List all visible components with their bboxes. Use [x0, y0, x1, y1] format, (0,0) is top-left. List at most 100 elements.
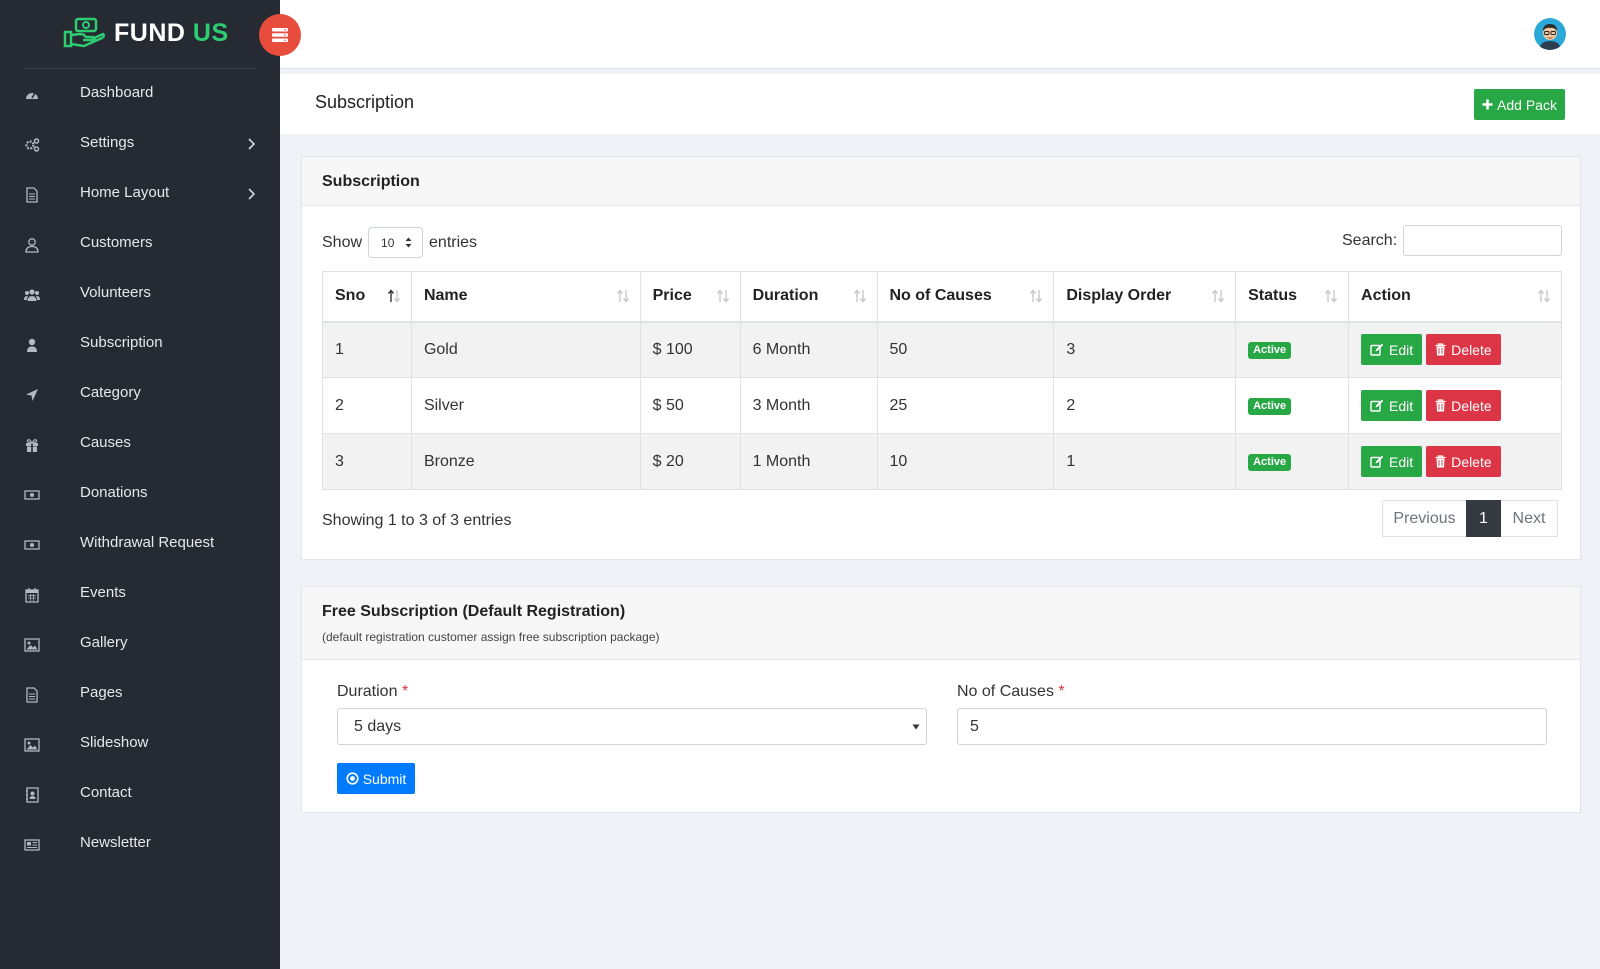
cell-sno: 2 — [322, 377, 412, 434]
sidebar-item-slideshow[interactable]: Slideshow — [0, 719, 280, 769]
trash-icon — [1435, 343, 1446, 356]
table-info: Showing 1 to 3 of 3 entries — [322, 512, 512, 529]
sidebar-item-pages[interactable]: Pages — [0, 669, 280, 719]
sidebar-item-volunteers[interactable]: Volunteers — [0, 269, 280, 319]
sidebar-item-causes[interactable]: Causes — [0, 419, 280, 469]
sidebar-item-newsletter[interactable]: Newsletter — [0, 819, 280, 869]
user-icon — [27, 338, 37, 352]
select-updown-icon — [405, 237, 412, 248]
cell-sno: 1 — [322, 321, 412, 378]
delete-button[interactable]: Delete — [1426, 390, 1501, 421]
chevron-right-icon — [248, 188, 256, 200]
image-icon — [24, 638, 40, 652]
users-icon — [24, 289, 40, 301]
cell-price: $ 100 — [639, 321, 741, 378]
cell-display-order: 3 — [1053, 321, 1237, 378]
sidebar-nav: Dashboard Settings Home Layout Customers… — [0, 69, 280, 869]
column-header-display-order[interactable]: Display Order — [1053, 271, 1237, 323]
cell-status: Active — [1235, 321, 1350, 378]
caret-down-icon — [912, 724, 920, 729]
cell-action: Edit Delete — [1348, 377, 1562, 434]
cell-action: Edit Delete — [1348, 321, 1562, 378]
sidebar-item-dashboard[interactable]: Dashboard — [0, 69, 280, 119]
sidebar-item-contact[interactable]: Contact — [0, 769, 280, 819]
dashboard-icon — [26, 92, 38, 99]
user-outline-icon — [25, 238, 39, 253]
calendar-icon — [25, 588, 39, 603]
duration-select[interactable]: 5 days — [337, 708, 927, 745]
entries-label: entries — [429, 233, 478, 251]
cell-action: Edit Delete — [1348, 433, 1562, 490]
duration-label: Duration * — [337, 683, 409, 700]
page-header: Subscription Add Pack — [280, 74, 1600, 134]
table-row: 3 Bronze $ 20 1 Month 10 1 Active Edit D… — [322, 433, 1562, 490]
add-pack-button[interactable]: Add Pack — [1474, 89, 1565, 120]
page-length-select[interactable]: 10 — [368, 227, 424, 258]
cell-display-order: 2 — [1053, 377, 1237, 434]
no-of-causes-label: No of Causes * — [957, 683, 1065, 700]
cell-status: Active — [1235, 433, 1350, 490]
sidebar-item-customers[interactable]: Customers — [0, 219, 280, 269]
sidebar-item-category[interactable]: Category — [0, 369, 280, 419]
table-row: 1 Gold $ 100 6 Month 50 3 Active Edit De… — [322, 321, 1562, 378]
column-header-action[interactable]: Action — [1348, 271, 1562, 323]
circle-dot-icon — [346, 772, 359, 785]
sidebar-item-withdrawal-request[interactable]: Withdrawal Request — [0, 519, 280, 569]
edit-button[interactable]: Edit — [1361, 390, 1423, 421]
user-avatar[interactable] — [1534, 18, 1566, 50]
free-subscription-subtitle: (default registration customer assign fr… — [322, 630, 660, 644]
plus-icon — [1482, 99, 1493, 110]
status-badge: Active — [1248, 454, 1292, 471]
sort-icon — [1212, 289, 1225, 303]
cell-duration: 3 Month — [739, 377, 878, 434]
pagination-previous[interactable]: Previous — [1382, 500, 1466, 537]
cell-display-order: 1 — [1053, 433, 1237, 490]
cell-sno: 3 — [322, 433, 412, 490]
sidebar-item-subscription[interactable]: Subscription — [0, 319, 280, 369]
table-header-row: Sno Name Price Duration No of Causes Dis… — [322, 271, 1562, 323]
column-header-status[interactable]: Status — [1235, 271, 1350, 323]
edit-button[interactable]: Edit — [1361, 446, 1423, 477]
cell-duration: 1 Month — [739, 433, 878, 490]
column-header-duration[interactable]: Duration — [739, 271, 878, 323]
column-header-name[interactable]: Name — [410, 271, 641, 323]
trash-icon — [1435, 455, 1446, 468]
page-length-value: 10 — [381, 235, 395, 250]
subscription-table: Sno Name Price Duration No of Causes Dis… — [322, 271, 1562, 490]
address-book-icon — [26, 787, 39, 803]
no-of-causes-input[interactable] — [957, 708, 1547, 745]
gift-icon — [26, 439, 38, 452]
image-icon — [24, 738, 40, 752]
delete-button[interactable]: Delete — [1426, 446, 1501, 477]
sidebar-item-home-layout[interactable]: Home Layout — [0, 169, 280, 219]
column-header-no-of-causes[interactable]: No of Causes — [876, 271, 1055, 323]
newspaper-icon — [24, 839, 40, 851]
free-subscription-card: Free Subscription (Default Registration)… — [301, 586, 1581, 813]
avatar-icon — [1534, 18, 1566, 50]
pagination-next[interactable]: Next — [1501, 500, 1558, 537]
sort-icon — [716, 289, 729, 303]
sidebar-item-donations[interactable]: Donations — [0, 469, 280, 519]
brand-logo[interactable]: FUND US — [62, 16, 229, 50]
submit-button[interactable]: Submit — [337, 763, 415, 794]
sidebar-item-events[interactable]: Events — [0, 569, 280, 619]
cell-status: Active — [1235, 377, 1350, 434]
sidebar-item-gallery[interactable]: Gallery — [0, 619, 280, 669]
cell-causes: 50 — [876, 321, 1055, 378]
required-mark: * — [401, 683, 409, 700]
sort-icon — [1537, 289, 1551, 303]
cell-causes: 10 — [876, 433, 1055, 490]
free-subscription-title: Free Subscription (Default Registration) — [322, 603, 626, 620]
sort-icon — [1030, 289, 1043, 303]
sidebar-toggle-button[interactable] — [259, 14, 301, 56]
pagination-page-1[interactable]: 1 — [1466, 500, 1501, 537]
status-badge: Active — [1248, 342, 1292, 360]
sort-asc-icon — [387, 289, 400, 303]
sidebar-item-settings[interactable]: Settings — [0, 119, 280, 169]
column-header-price[interactable]: Price — [639, 271, 741, 323]
delete-button[interactable]: Delete — [1426, 334, 1501, 366]
column-header-sno[interactable]: Sno — [322, 271, 412, 323]
search-input[interactable] — [1403, 225, 1563, 256]
edit-button[interactable]: Edit — [1361, 334, 1423, 366]
cell-name: Gold — [410, 321, 641, 378]
